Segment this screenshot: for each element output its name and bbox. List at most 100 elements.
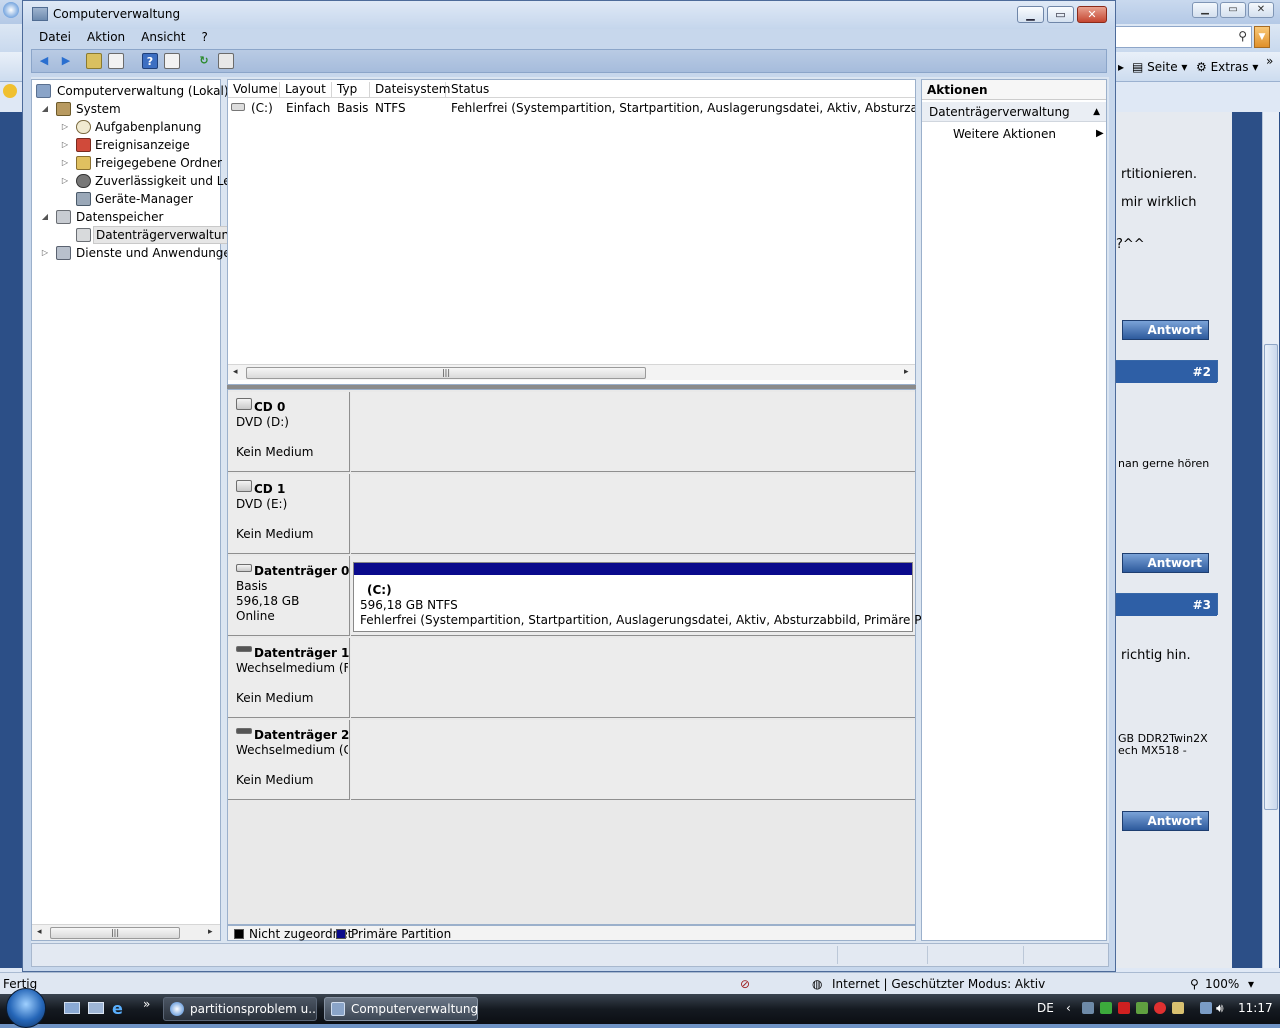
tray-expand-icon[interactable]: ‹ (1066, 1001, 1071, 1015)
disk-area-disk1[interactable] (351, 638, 915, 718)
properties-icon[interactable] (218, 53, 234, 69)
expand-triangle-icon[interactable]: ▷ (60, 154, 70, 172)
language-indicator[interactable]: DE (1037, 1001, 1054, 1015)
menu-action[interactable]: Aktion (79, 29, 133, 49)
disk-info-cd0[interactable]: CD 0 DVD (D:) Kein Medium (228, 392, 350, 472)
ie-maximize-button[interactable]: ▭ (1220, 2, 1246, 18)
collapse-triangle-icon[interactable]: ◢ (40, 208, 50, 226)
column-header-filesystem[interactable]: Dateisystem (370, 82, 450, 98)
zoom-level[interactable]: 100% (1205, 977, 1239, 991)
quicklaunch-overflow-icon[interactable]: » (143, 997, 150, 1011)
start-button[interactable] (6, 988, 46, 1028)
disk-info-cd1[interactable]: CD 1 DVD (E:) Kein Medium (228, 474, 350, 554)
collapse-up-icon[interactable]: ▲ (1093, 102, 1100, 122)
disk-name: Datenträger 1 (254, 646, 350, 660)
ie-quicklaunch-icon[interactable]: e (112, 999, 123, 1018)
menu-file[interactable]: Datei (31, 29, 79, 49)
search-icon[interactable]: ⚲ (1238, 29, 1247, 43)
scroll-left-icon[interactable]: ◂ (233, 367, 238, 377)
tree-label: Datenspeicher (76, 210, 164, 224)
clock[interactable]: 11:17 (1238, 1001, 1273, 1015)
collapse-triangle-icon[interactable]: ◢ (40, 100, 50, 118)
window-title: Computerverwaltung (53, 7, 181, 21)
refresh-icon[interactable]: ↻ (196, 53, 212, 69)
disk-info-disk1[interactable]: Datenträger 1 Wechselmedium (F: Kein Med… (228, 638, 350, 718)
switch-windows-icon[interactable] (88, 1002, 104, 1014)
console-tree: Computerverwaltung (Lokal) ◢ System ▷ Au… (31, 79, 240, 941)
scrollbar-thumb[interactable] (1264, 344, 1278, 810)
page-menu[interactable]: ▤ Seite ▾ (1132, 60, 1187, 74)
ie-close-button[interactable]: ✕ (1248, 2, 1274, 18)
actions-pane: Aktionen Datenträgerverwaltung ▲ Weitere… (921, 79, 1107, 941)
scroll-left-icon[interactable]: ◂ (37, 927, 42, 937)
up-folder-icon[interactable] (86, 53, 102, 69)
legend-swatch-unallocated (234, 929, 244, 939)
zoom-dropdown-icon[interactable]: ▾ (1248, 977, 1254, 991)
reply-button[interactable]: Antwort (1122, 811, 1209, 831)
security-zone[interactable]: Internet | Geschützter Modus: Aktiv (832, 977, 1045, 991)
network-status-icon[interactable] (1200, 1002, 1212, 1014)
forward-arrow-icon[interactable]: ▶ (58, 53, 74, 69)
tree-horizontal-scrollbar[interactable]: ◂ ||| ▸ (32, 924, 220, 940)
checkmark-icon[interactable] (1136, 1002, 1148, 1014)
disk-area-cd1[interactable] (351, 474, 915, 554)
help-icon[interactable]: ? (142, 53, 158, 69)
ie-logo-icon (3, 2, 19, 18)
chevron-icon[interactable]: ▸ (1118, 60, 1124, 74)
show-hide-action-pane-icon[interactable] (164, 53, 180, 69)
volume-icon[interactable]: 🔊︎ (1216, 1001, 1224, 1016)
disk-info-disk2[interactable]: Datenträger 2 Wechselmedium (G: Kein Med… (228, 720, 350, 800)
globe-icon: ◍ (812, 977, 823, 991)
tools-menu[interactable]: ⚙ Extras ▾ (1196, 60, 1258, 74)
scroll-right-icon[interactable]: ▸ (904, 367, 909, 377)
partition-c[interactable]: (C:) 596,18 GB NTFS Fehlerfrei (Systempa… (353, 562, 969, 632)
volume-list-horizontal-scrollbar[interactable]: ◂ ||| ▸ (228, 364, 915, 380)
ati-icon[interactable] (1118, 1002, 1130, 1014)
actions-title: Aktionen (922, 80, 1106, 100)
taskbar-button-computer-management[interactable]: Computerverwaltung (324, 997, 478, 1021)
disk-area-cd0[interactable] (351, 392, 915, 472)
network-icon[interactable] (1082, 1002, 1094, 1014)
popup-blocker-icon[interactable]: ⊘ (740, 977, 750, 991)
expand-triangle-icon[interactable]: ▷ (40, 244, 50, 262)
minimize-button[interactable]: ▁ (1017, 6, 1044, 23)
more-chevron-icon[interactable]: » (1266, 54, 1273, 68)
storage-icon (56, 210, 71, 224)
more-actions-item[interactable]: Weitere Aktionen (953, 127, 1056, 141)
column-header-layout[interactable]: Layout (280, 82, 332, 98)
scroll-right-icon[interactable]: ▸ (208, 927, 213, 937)
scrollbar-thumb[interactable]: ||| (50, 927, 180, 939)
expand-triangle-icon[interactable]: ▷ (60, 118, 70, 136)
reply-button[interactable]: Antwort (1122, 553, 1209, 573)
ie-star-icon[interactable] (3, 84, 17, 98)
menu-view[interactable]: Ansicht (133, 29, 193, 49)
reply-button[interactable]: Antwort (1122, 320, 1209, 340)
show-desktop-icon[interactable] (64, 1002, 80, 1014)
antivirus-icon[interactable] (1154, 1002, 1166, 1014)
cell-volume: (C:) (251, 101, 273, 115)
column-header-type[interactable]: Typ (332, 82, 370, 98)
scrollbar-thumb[interactable]: ||| (246, 367, 646, 379)
expand-triangle-icon[interactable]: ▷ (60, 172, 70, 190)
disk-info-disk0[interactable]: Datenträger 0 Basis 596,18 GB Online (228, 556, 350, 636)
menu-help[interactable]: ? (193, 29, 215, 49)
ie-vertical-scrollbar[interactable] (1262, 112, 1279, 968)
disk-area-disk2[interactable] (351, 720, 915, 800)
tray-app-icon[interactable] (1100, 1002, 1112, 1014)
close-button[interactable]: ✕ (1077, 6, 1107, 23)
column-header-status[interactable]: Status (446, 82, 915, 98)
show-hide-tree-icon[interactable] (108, 53, 124, 69)
ie-search-options-button[interactable]: ▼ (1254, 26, 1270, 48)
maximize-button[interactable]: ▭ (1047, 6, 1074, 23)
expand-triangle-icon[interactable]: ▷ (60, 136, 70, 154)
taskbar-button-ie[interactable]: partitionsproblem u... (163, 997, 317, 1021)
volume-list: Volume Layout Typ Dateisystem Status (C:… (227, 79, 916, 385)
ie-minimize-button[interactable]: ▁ (1192, 2, 1218, 18)
column-header-volume[interactable]: Volume (228, 82, 280, 98)
tray-app-icon[interactable] (1172, 1002, 1184, 1014)
back-arrow-icon[interactable]: ◀ (36, 53, 52, 69)
actions-section-disk-management[interactable]: Datenträgerverwaltung ▲ (922, 102, 1106, 122)
window-titlebar[interactable]: Computerverwaltung ▁ ▭ ✕ (23, 1, 1115, 29)
disk-type: Wechselmedium (G: (236, 743, 348, 757)
tree-label: Zuverlässigkeit und Leis (95, 174, 241, 188)
